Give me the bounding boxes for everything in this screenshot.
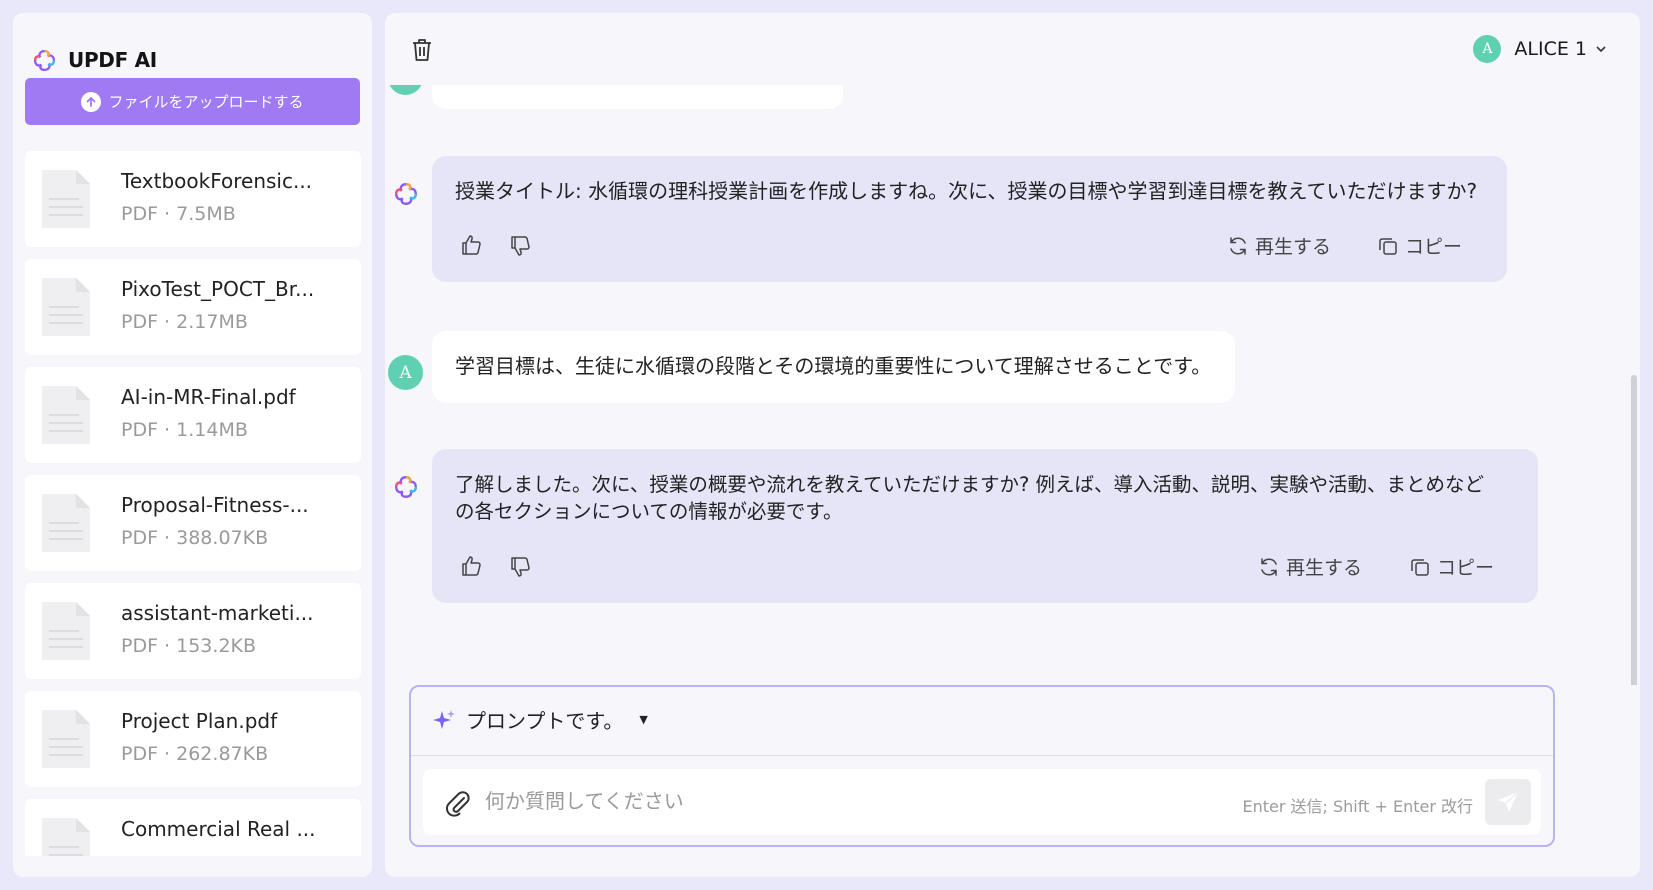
file-meta: PDF · 1.14MB xyxy=(121,419,248,441)
ai-assistant-icon xyxy=(395,476,417,498)
send-button[interactable] xyxy=(1485,779,1531,825)
message-text: 学習目標は、生徒に水循環の段階とその環境的重要性について理解させることです。 xyxy=(455,354,1212,378)
file-item[interactable]: AI-in-MR-Final.pdf PDF · 1.14MB xyxy=(25,367,361,463)
user-menu[interactable]: A ALICE 1 xyxy=(1473,35,1607,63)
copy-label: コピー xyxy=(1405,236,1463,258)
input-area: Enter 送信; Shift + Enter 改行 xyxy=(423,769,1541,835)
file-doc-icon xyxy=(42,386,90,444)
file-name: PixoTest_POCT_Br... xyxy=(121,277,315,301)
brand: UPDF AI xyxy=(32,47,157,73)
send-icon xyxy=(1498,791,1519,812)
file-name: Commercial Real ... xyxy=(121,817,316,841)
ai-message-bubble: 授業タイトル: 水循環の理科授業計画を作成しますね。次に、授業の目標や学習到達目… xyxy=(432,156,1507,282)
upload-arrow-icon xyxy=(81,91,102,112)
file-name: TextbookForensic... xyxy=(121,169,313,193)
regenerate-button[interactable]: 再生する xyxy=(1227,232,1331,259)
file-doc-icon xyxy=(42,710,90,768)
copy-icon xyxy=(1379,237,1397,255)
prompt-selector[interactable]: プロンプトです。 ▼ xyxy=(432,705,648,734)
prompt-label: プロンプトです。 xyxy=(466,709,624,733)
upload-file-label: ファイルをアップロードする xyxy=(108,93,304,111)
thumbs-down-icon[interactable] xyxy=(508,555,532,579)
app-window: UPDF AI ファイルをアップロードする TextbookForensic..… xyxy=(0,0,1653,890)
file-list: TextbookForensic... PDF · 7.5MB PixoTest… xyxy=(25,151,361,856)
thumbs-down-icon[interactable] xyxy=(508,234,532,258)
copy-icon xyxy=(1411,558,1429,576)
refresh-icon xyxy=(1261,557,1277,576)
message-text-line: 了解しました。次に、授業の概要や流れを教えていただけますか? 例えば、導入活動、… xyxy=(455,473,1484,496)
file-doc-icon xyxy=(42,602,90,660)
message-text: 授業タイトル: 水循環の理科授業計画を作成しますね。次に、授業の目標や学習到達目… xyxy=(455,179,1478,203)
regenerate-label: 再生する xyxy=(1255,236,1332,258)
file-meta: PDF · 388.07KB xyxy=(121,527,269,549)
file-meta: PDF · 153.2KB xyxy=(121,635,257,657)
ai-assistant-icon xyxy=(395,183,417,205)
file-name: Project Plan.pdf xyxy=(121,709,278,733)
caret-down-icon: ▼ xyxy=(639,713,648,726)
refresh-icon xyxy=(1230,236,1246,255)
file-item[interactable]: Commercial Real ... xyxy=(25,799,361,856)
message-text-line: の各セクションについての情報が必要です。 xyxy=(455,500,843,523)
copy-button[interactable]: コピー xyxy=(1377,232,1462,259)
file-item[interactable]: TextbookForensic... PDF · 7.5MB xyxy=(25,151,361,247)
file-doc-icon xyxy=(42,818,90,856)
avatar: A xyxy=(1473,35,1502,63)
composer: プロンプトです。 ▼ Enter 送信; Shift + Enter 改行 xyxy=(409,685,1555,847)
file-name: Proposal-Fitness-... xyxy=(121,493,309,517)
file-name: assistant-marketi... xyxy=(121,601,314,625)
brand-name: UPDF AI xyxy=(68,48,157,72)
upload-file-button[interactable]: ファイルをアップロードする xyxy=(25,78,360,125)
chevron-down-icon xyxy=(1596,46,1606,53)
user-message-bubble: 学習目標は、生徒に水循環の段階とその環境的重要性について理解させることです。 xyxy=(432,331,1235,403)
file-name: AI-in-MR-Final.pdf xyxy=(121,385,296,409)
file-item[interactable]: Project Plan.pdf PDF · 262.87KB xyxy=(25,691,361,787)
file-item[interactable]: PixoTest_POCT_Br... PDF · 2.17MB xyxy=(25,259,361,355)
thumbs-up-icon[interactable] xyxy=(459,233,483,257)
copy-label: コピー xyxy=(1437,557,1495,579)
file-item[interactable]: Proposal-Fitness-... PDF · 388.07KB xyxy=(25,475,361,571)
paperclip-icon[interactable] xyxy=(444,788,472,818)
avatar xyxy=(388,85,423,95)
chat-scrollbar[interactable] xyxy=(1631,375,1637,685)
keyboard-hint: Enter 送信; Shift + Enter 改行 xyxy=(1242,797,1474,816)
user-name: ALICE 1 xyxy=(1514,38,1587,60)
regenerate-button[interactable]: 再生する xyxy=(1258,553,1362,580)
divider xyxy=(411,755,1553,756)
updf-logo-icon xyxy=(33,49,56,71)
question-input[interactable] xyxy=(485,782,1185,820)
file-doc-icon xyxy=(42,278,90,336)
copy-button[interactable]: コピー xyxy=(1409,553,1494,580)
file-meta: PDF · 262.87KB xyxy=(121,743,269,765)
ai-message-bubble: 了解しました。次に、授業の概要や流れを教えていただけますか? 例えば、導入活動、… xyxy=(432,449,1538,603)
file-meta: PDF · 2.17MB xyxy=(121,311,248,333)
file-meta: PDF · 7.5MB xyxy=(121,203,236,225)
sparkle-icon xyxy=(433,709,455,729)
chat-thread: 授業タイトル: 水循環の理科授業計画を作成しますね。次に、授業の目標や学習到達目… xyxy=(385,85,1640,685)
file-item[interactable]: assistant-marketi... PDF · 153.2KB xyxy=(25,583,361,679)
sidebar: UPDF AI ファイルをアップロードする TextbookForensic..… xyxy=(13,13,372,877)
file-doc-icon xyxy=(42,170,90,228)
thumbs-up-icon[interactable] xyxy=(459,554,483,578)
avatar: A xyxy=(388,355,423,390)
trash-icon[interactable] xyxy=(410,37,434,63)
file-doc-icon xyxy=(42,494,90,552)
previous-message-bubble xyxy=(432,85,843,109)
regenerate-label: 再生する xyxy=(1286,557,1363,579)
chat-panel: A ALICE 1 授業タイトル: 水循環の理科授業計画を作成しますね。次に、授… xyxy=(385,13,1640,877)
